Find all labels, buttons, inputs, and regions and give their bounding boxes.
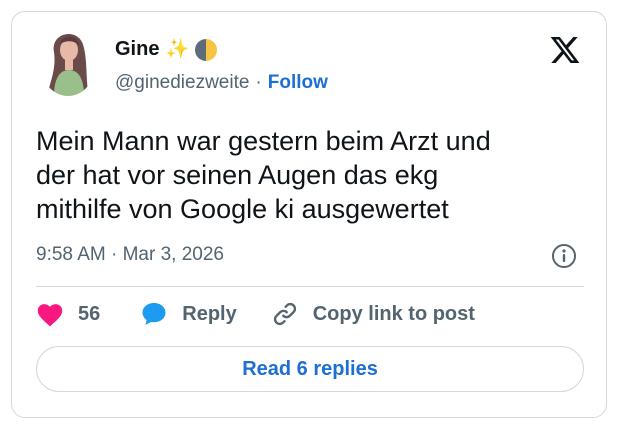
author-handle-row: @ginediezweite · Follow xyxy=(115,72,328,94)
reply-button[interactable]: Reply xyxy=(140,300,237,328)
like-count: 56 xyxy=(78,302,101,325)
action-bar: 56 Reply Copy link to post xyxy=(36,300,475,328)
tweet-text-line: mithilfe von Google ki ausgewertet xyxy=(36,194,449,224)
tweet-timestamp[interactable]: 9:58 AM · Mar 3, 2026 xyxy=(36,244,224,266)
info-icon[interactable] xyxy=(551,243,577,269)
avatar[interactable] xyxy=(40,22,96,96)
read-replies-button[interactable]: Read 6 replies xyxy=(36,346,584,392)
reply-label: Reply xyxy=(182,302,237,325)
tweet-text-line: Mein Mann war gestern beim Arzt und xyxy=(36,126,491,156)
heart-icon xyxy=(37,304,63,327)
author-handle[interactable]: @ginediezweite xyxy=(115,72,249,94)
author-display-name[interactable]: Gine xyxy=(115,38,159,61)
sparkles-icon: ✨ xyxy=(165,39,190,60)
link-icon xyxy=(273,302,296,326)
copy-link-label: Copy link to post xyxy=(312,302,475,325)
moon-icon xyxy=(195,38,218,61)
copy-link-button[interactable]: Copy link to post xyxy=(271,300,475,328)
separator-dot: · xyxy=(255,72,262,93)
like-button[interactable]: 56 xyxy=(36,301,100,327)
x-logo-icon[interactable] xyxy=(549,34,581,66)
author-name-row: Gine ✨ xyxy=(115,38,218,61)
reply-bubble-icon xyxy=(142,303,166,325)
tweet-text-line: der hat vor seinen Augen das ekg xyxy=(36,160,439,190)
divider xyxy=(36,286,584,287)
follow-button[interactable]: Follow xyxy=(268,72,328,94)
tweet-text: Mein Mann war gestern beim Arzt und der … xyxy=(36,124,576,226)
